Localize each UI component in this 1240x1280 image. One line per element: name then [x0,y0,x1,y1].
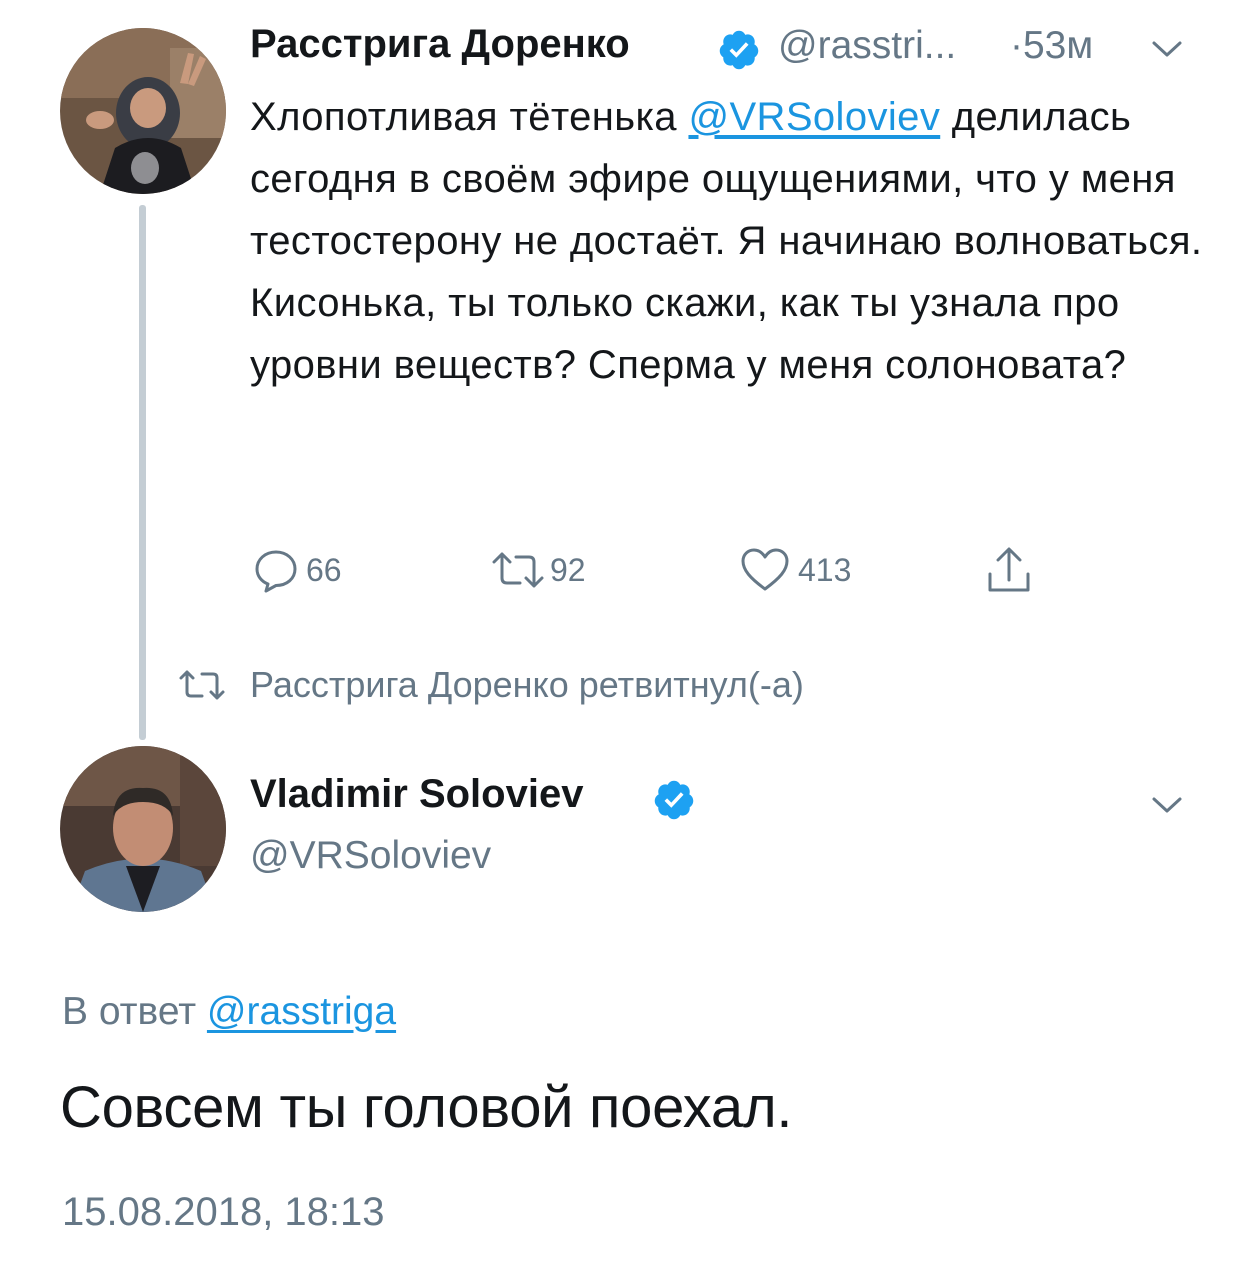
chevron-down-icon[interactable] [1150,38,1184,60]
like-count: 413 [798,551,852,588]
like-button[interactable]: 413 [740,540,851,600]
avatar-soloviev[interactable] [60,746,226,912]
tweet-text: Хлопотливая тётенька @VRSoloviev делилас… [250,86,1210,396]
retweet-button[interactable]: 92 [490,540,586,600]
heart-icon [740,547,790,593]
retweet-count: 92 [550,551,586,588]
share-icon [985,544,1033,596]
verified-badge-icon [717,28,761,72]
avatar-rasstriga[interactable] [60,28,226,194]
mention-link[interactable]: @VRSoloviev [688,95,940,139]
reply-count: 66 [306,551,342,588]
reply-button[interactable]: 66 [252,540,342,600]
chevron-down-icon[interactable] [1150,794,1184,816]
reply-context: В ответ @rasstriga [62,990,396,1034]
tweet-timestamp[interactable]: 15.08.2018, 18:13 [62,1190,385,1235]
tweet-text: Совсем ты головой поехал. [60,1075,793,1140]
retweet-icon [178,668,226,702]
reply-mention-link[interactable]: @rasstriga [207,990,396,1033]
retweet-icon [490,550,546,590]
reply-icon [252,546,300,594]
share-button[interactable] [985,540,1033,600]
tweet-time[interactable]: ·53м [1010,24,1093,68]
reply-prefix: В ответ [62,990,207,1033]
thread-connector-line [139,205,146,740]
tweet-text-part: Хлопотливая тётенька [250,95,689,139]
author-name[interactable]: Vladimir Soloviev [250,772,583,817]
author-name[interactable]: Расстрига Доренко [250,22,630,67]
retweeted-by-label[interactable]: Расстрига Доренко ретвитнул(-а) [250,664,804,706]
verified-badge-icon [652,778,696,822]
author-handle[interactable]: @VRSoloviev [250,834,491,878]
author-handle[interactable]: @rasstri... [778,24,956,68]
